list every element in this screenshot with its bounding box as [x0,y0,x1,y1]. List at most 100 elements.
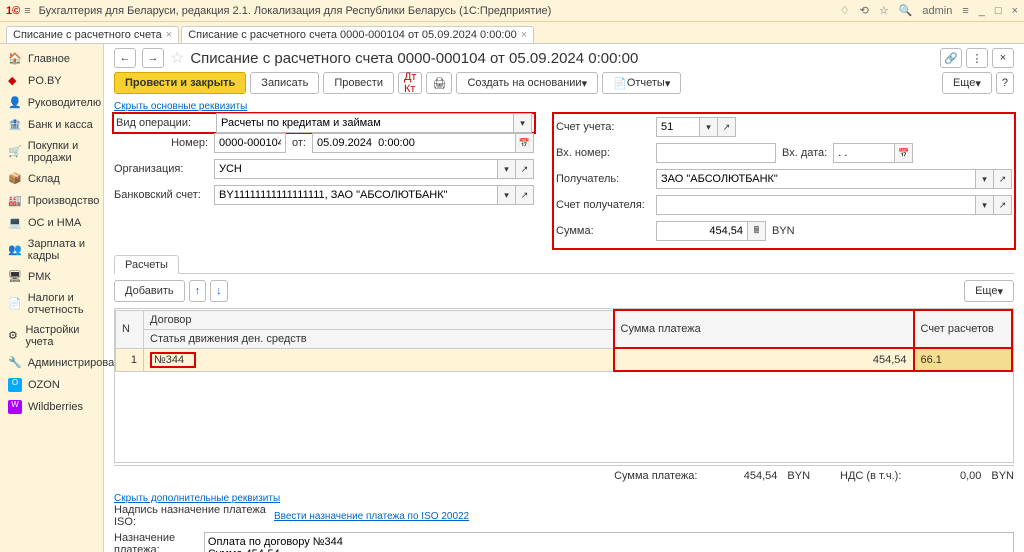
tab-1[interactable]: Списание с расчетного счета× [6,26,179,43]
op-type-input[interactable] [216,113,514,133]
star-icon[interactable]: ☆ [170,48,184,68]
sidebar-item-main[interactable]: 🏠Главное [0,48,103,70]
bell-icon[interactable]: ♢ [840,4,850,17]
save-button[interactable]: Записать [250,72,319,94]
sidebar-item-tax[interactable]: 📄Налоги и отчетность [0,288,103,320]
incoming-num-input[interactable] [656,143,776,163]
history-icon[interactable]: ⟲ [860,4,869,17]
sum-label: Сумма: [556,225,656,237]
sidebar-item-os[interactable]: 💻ОС и НМА [0,212,103,234]
account-label: Счет учета: [556,121,656,133]
open-icon[interactable]: ↗ [994,169,1012,189]
purpose-textarea[interactable] [204,532,1014,552]
close-icon[interactable]: × [521,29,527,41]
payments-table[interactable]: N Договор Сумма платежа Счет расчетов Ст… [115,309,1013,372]
box-icon: 📦 [8,172,22,186]
move-up-button[interactable]: ↑ [189,280,207,302]
calendar-icon[interactable]: 📅 [895,143,913,163]
user-label[interactable]: admin [922,5,952,17]
number-input[interactable] [214,133,286,153]
sidebar-item-sales[interactable]: 🛒Покупки и продажи [0,136,103,168]
sum-label: Сумма платежа: [614,470,697,482]
sidebar-item-ozon[interactable]: OOZON [0,374,103,396]
dropdown-icon[interactable]: ▾ [976,195,994,215]
calc-icon[interactable]: 🖩 [748,221,766,241]
link-icon[interactable]: 🔗 [940,48,962,68]
create-on-button[interactable]: Создать на основании ▾ [456,72,598,94]
person-icon: 👤 [8,96,22,110]
post-close-button[interactable]: Провести и закрыть [114,72,246,94]
maximize-icon[interactable]: □ [995,5,1002,17]
computer-icon: 💻 [8,216,22,230]
dropdown-icon[interactable]: ▾ [498,185,516,205]
add-row-button[interactable]: Добавить [114,280,185,302]
org-input[interactable] [214,159,498,179]
open-icon[interactable]: ↗ [516,185,534,205]
date-input[interactable] [312,133,516,153]
open-icon[interactable]: ↗ [516,159,534,179]
sidebar-item-poby[interactable]: ◆PO.BY [0,70,103,92]
sidebar-item-wb[interactable]: WWildberries [0,396,103,418]
sidebar-item-rmk[interactable]: 🖥РМК [0,266,103,288]
sidebar-item-manager[interactable]: 👤Руководителю [0,92,103,114]
movements-button[interactable]: ДтКт [398,72,423,94]
calendar-icon[interactable]: 📅 [516,133,534,153]
reports-button[interactable]: 📄 Отчеты ▾ [602,72,681,94]
payee-input[interactable] [656,169,976,189]
search-icon[interactable]: 🔍 [899,4,913,17]
sidebar-item-settings[interactable]: ⚙Настройки учета [0,320,103,352]
sidebar-item-production[interactable]: 🏭Производство [0,190,103,212]
tab-payments[interactable]: Расчеты [114,255,179,274]
dropdown-icon[interactable]: ▾ [700,117,718,137]
cell-account[interactable]: 66.1 [914,348,1013,371]
forward-button[interactable]: → [142,48,164,68]
payee-account-input[interactable] [656,195,976,215]
dropdown-icon[interactable]: ▾ [514,113,532,133]
open-icon[interactable]: ↗ [994,195,1012,215]
dropdown-icon[interactable]: ▾ [976,169,994,189]
cell-contract[interactable]: №344 [144,348,614,371]
sidebar-item-salary[interactable]: 👥Зарплата и кадры [0,234,103,266]
move-down-button[interactable]: ↓ [210,280,228,302]
sidebar-item-admin[interactable]: 🔧Администрирование [0,352,103,374]
hamburger-icon[interactable]: ≡ [24,5,30,17]
iso-link[interactable]: Ввести назначение платежа по ISO 20022 [274,511,469,522]
iso-label: Надпись назначение платежа ISO: [114,504,274,528]
close-icon[interactable]: × [1012,5,1018,17]
favorite-icon[interactable]: ☆ [879,4,889,17]
open-icon[interactable]: ↗ [718,117,736,137]
minimize-icon[interactable]: _ [979,5,985,17]
sum-input[interactable] [656,221,748,241]
more-icon[interactable]: ⋮ [966,48,988,68]
close-icon[interactable]: × [166,29,172,41]
cart-icon: 🛒 [8,145,22,159]
dropdown-icon[interactable]: ▾ [498,159,516,179]
hide-extra-link[interactable]: Скрыть дополнительные реквизиты [114,493,280,504]
app-logo: 1© [6,5,20,17]
currency-label: BYN [766,225,795,237]
post-button[interactable]: Провести [323,72,394,94]
bank-account-input[interactable] [214,185,498,205]
gear-icon: ⚙ [8,329,19,343]
cell-amount[interactable]: 454,54 [614,348,914,371]
help-button[interactable]: ? [996,72,1014,94]
print-button[interactable]: 🖨 [426,72,452,94]
table-more-button[interactable]: Еще ▾ [964,280,1014,302]
vat-value: 0,00 [911,470,981,482]
number-label: Номер: [114,137,214,149]
account-input[interactable] [656,117,700,137]
sidebar-item-bank[interactable]: 🏦Банк и касса [0,114,103,136]
sidebar-item-warehouse[interactable]: 📦Склад [0,168,103,190]
cell-n[interactable]: 1 [116,348,144,371]
hide-main-link[interactable]: Скрыть основные реквизиты [114,101,247,112]
incoming-date-input[interactable] [833,143,895,163]
from-label: от: [286,137,312,149]
back-button[interactable]: ← [114,48,136,68]
more-button[interactable]: Еще ▾ [942,72,992,94]
col-amount: Сумма платежа [614,310,914,348]
menu-icon[interactable]: ≡ [962,5,968,17]
close-form-icon[interactable]: × [992,48,1014,68]
vat-currency: BYN [991,470,1014,482]
tab-2[interactable]: Списание с расчетного счета 0000-000104 … [181,26,534,43]
col-contract: Договор [144,310,614,329]
